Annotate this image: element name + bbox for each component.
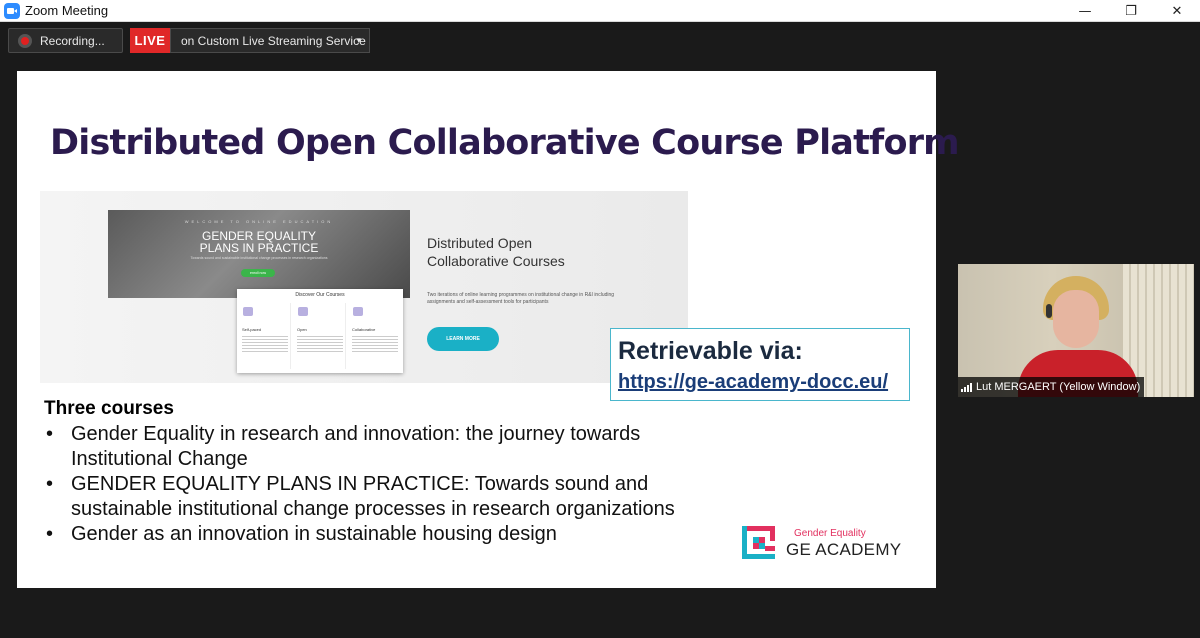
slide-title: Distributed Open Collaborative Course Pl…: [50, 123, 960, 163]
recording-button[interactable]: Recording...: [8, 28, 123, 53]
window-controls: — ❐ ✕: [1062, 0, 1200, 22]
signal-bars-icon: [961, 382, 972, 392]
live-badge: LIVE: [130, 28, 170, 53]
course-column: Self-paced: [239, 303, 291, 369]
stream-label: on Custom Live Streaming Service: [181, 33, 366, 48]
people-icon: [353, 307, 363, 316]
course-column: Open: [294, 303, 346, 369]
course-column-label: Collaborative: [352, 327, 376, 332]
logo-wordmark: GE ACADEMY: [786, 540, 902, 559]
course-column-text: [297, 336, 343, 352]
window-titlebar: Zoom Meeting — ❐ ✕: [0, 0, 1200, 22]
chevron-down-icon[interactable]: ▾: [356, 35, 361, 46]
screenshot-heading-line2: Collaborative Courses: [427, 253, 565, 269]
participant-video[interactable]: Lut MERGAERT (Yellow Window): [958, 264, 1194, 397]
retrievable-box: Retrievable via: https://ge-academy-docc…: [610, 328, 910, 401]
hero-title-line2: PLANS IN PRACTICE: [199, 241, 319, 255]
live-stream-dropdown[interactable]: on Custom Live Streaming Service ▾: [170, 28, 370, 53]
course-item: Gender as an innovation in sustainable h…: [44, 522, 694, 547]
course-column-label: Open: [297, 327, 307, 332]
screenshot-heading-line1: Distributed Open: [427, 235, 533, 251]
screenshot-heading: Distributed Open Collaborative Courses: [427, 234, 565, 270]
zoom-app-icon: [4, 2, 20, 19]
participant-name: Lut MERGAERT (Yellow Window): [976, 381, 1141, 393]
hero-title: GENDER EQUALITY PLANS IN PRACTICE: [108, 230, 410, 254]
participant-face: [1053, 290, 1099, 348]
recording-icon: [18, 33, 32, 48]
window-title: Zoom Meeting: [25, 3, 109, 18]
hero-banner: WELCOME TO ONLINE EDUCATION GENDER EQUAL…: [108, 210, 410, 298]
close-button[interactable]: ✕: [1154, 0, 1200, 22]
course-column-label: Self-paced: [242, 327, 262, 332]
ge-academy-logo-mark-icon: [742, 526, 775, 559]
participant-name-tag: Lut MERGAERT (Yellow Window): [958, 377, 1145, 397]
course-list: Gender Equality in research and innovati…: [44, 422, 694, 547]
open-icon: [298, 307, 308, 316]
shared-slide: Distributed Open Collaborative Course Pl…: [17, 71, 960, 588]
retrievable-title: Retrievable via:: [618, 337, 803, 365]
courses-heading: Three courses: [44, 398, 174, 419]
enroll-button: enroll now: [241, 269, 275, 277]
courses-card-title: Discover Our Courses: [295, 292, 345, 298]
course-column-text: [242, 336, 288, 352]
course-item: GENDER EQUALITY PLANS IN PRACTICE: Towar…: [44, 472, 694, 522]
laptop-icon: [243, 307, 253, 316]
restore-button[interactable]: ❐: [1108, 0, 1154, 22]
course-column: Collaborative: [349, 303, 401, 369]
courses-card: Discover Our Courses Self-paced Open Col…: [237, 289, 403, 373]
ge-academy-logo: Gender Equality GE ACADEMY: [742, 526, 901, 562]
docc-link[interactable]: https://ge-academy-docc.eu/: [618, 371, 888, 394]
learn-more-button: LEARN MORE: [427, 327, 499, 351]
minimize-button[interactable]: —: [1062, 0, 1108, 22]
headset-icon: [1046, 304, 1052, 318]
website-screenshot: WELCOME TO ONLINE EDUCATION GENDER EQUAL…: [40, 191, 688, 383]
course-item: Gender Equality in research and innovati…: [44, 422, 694, 472]
hero-kicker: WELCOME TO ONLINE EDUCATION: [184, 219, 334, 224]
logo-tagline: Gender Equality: [794, 528, 866, 539]
course-column-text: [352, 336, 398, 352]
screenshot-description: Two iterations of online learning progra…: [427, 292, 615, 305]
hero-subtitle: Towards sound and sustainable institutio…: [190, 256, 328, 260]
recording-label: Recording...: [40, 33, 105, 48]
